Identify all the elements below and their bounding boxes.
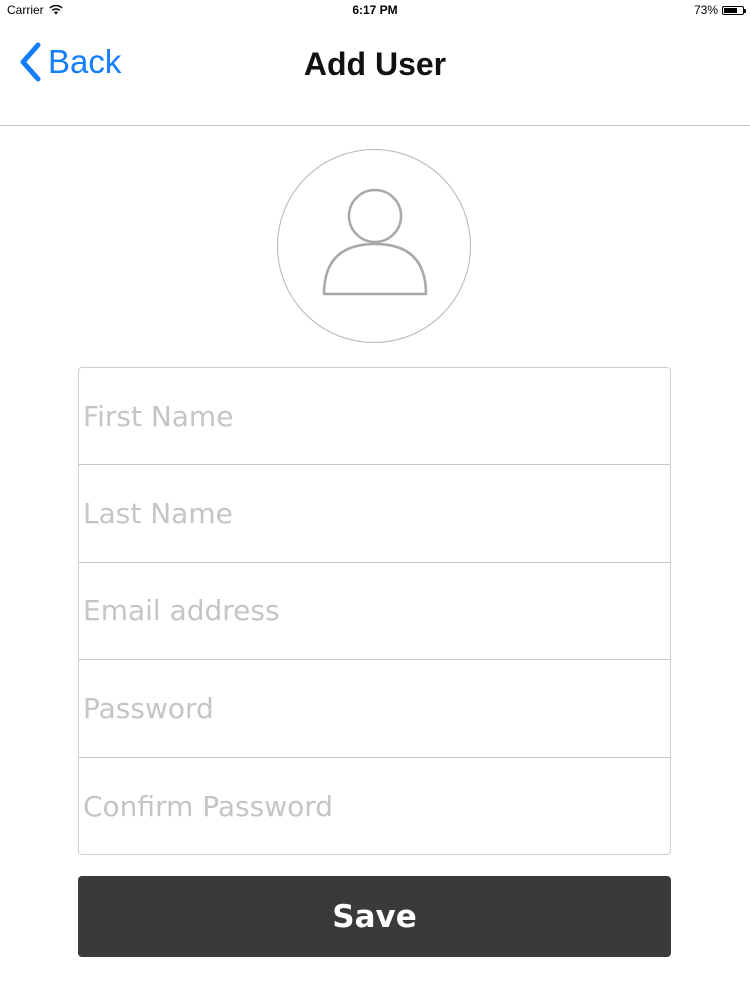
user-form xyxy=(78,367,671,855)
battery-icon xyxy=(722,5,746,15)
user-silhouette-icon xyxy=(322,188,428,296)
password-row xyxy=(79,660,670,758)
status-right: 73% xyxy=(693,3,746,17)
page-title: Add User xyxy=(303,46,447,82)
battery-percent: 73% xyxy=(693,3,718,17)
last-name-field[interactable] xyxy=(79,465,670,562)
first-name-field[interactable] xyxy=(79,368,670,465)
clock: 6:17 PM xyxy=(352,3,398,17)
email-row xyxy=(79,562,670,661)
navigation-bar: Back Add User xyxy=(0,22,750,126)
save-button[interactable]: Save xyxy=(78,876,671,957)
email-field[interactable] xyxy=(79,562,670,660)
avatar-picker[interactable] xyxy=(277,149,471,343)
confirm-password-field[interactable] xyxy=(79,757,670,854)
password-field[interactable] xyxy=(79,660,670,757)
first-name-row xyxy=(79,368,670,466)
status-bar: Carrier 6:17 PM 73% xyxy=(0,0,750,22)
confirm-password-row xyxy=(79,757,670,854)
last-name-row xyxy=(79,465,670,563)
